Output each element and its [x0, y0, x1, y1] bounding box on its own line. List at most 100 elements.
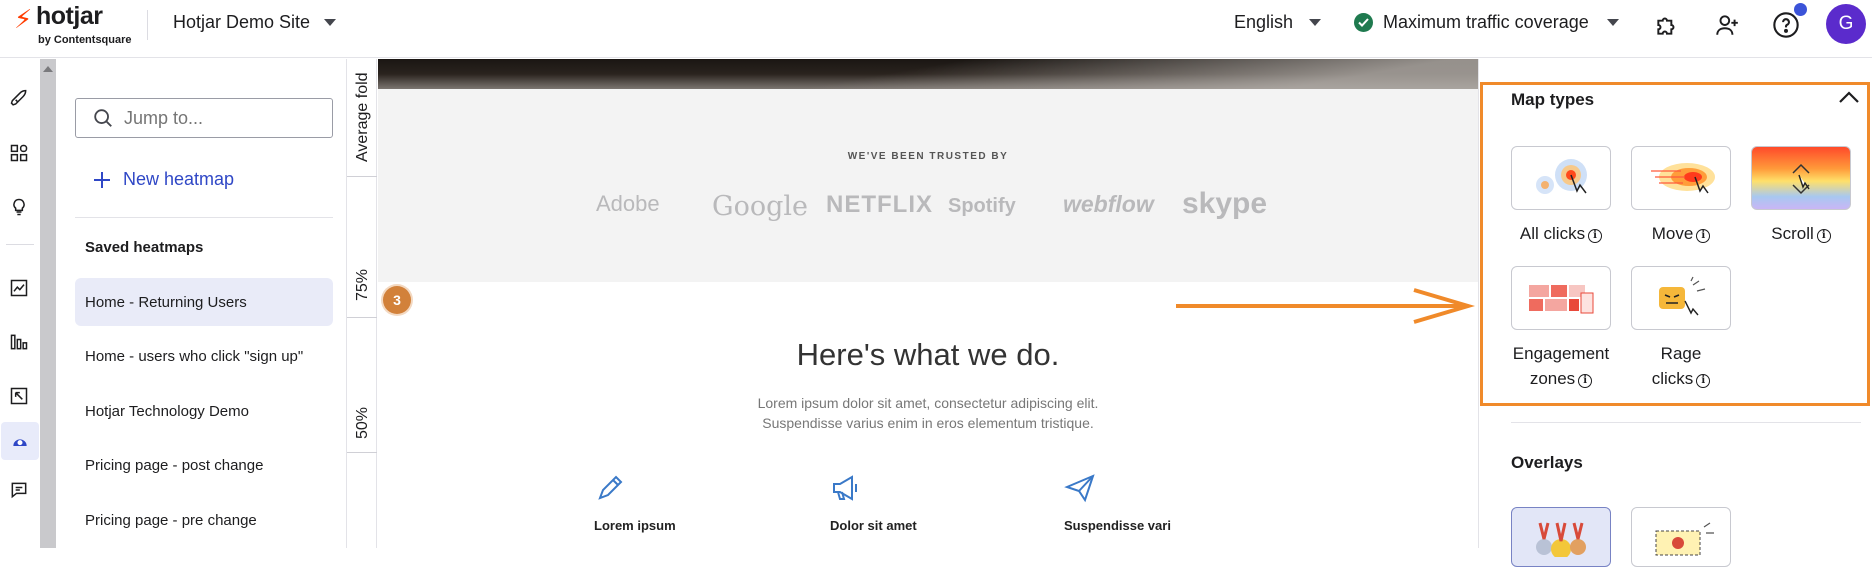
- icon-rail: [0, 59, 40, 548]
- hero-image: [378, 59, 1478, 89]
- search-input[interactable]: [124, 107, 324, 129]
- fold-ruler: Average fold 75% 50%: [347, 59, 377, 548]
- logo-word: hotjar: [36, 2, 103, 30]
- map-type-engagement-zones[interactable]: Engagement zones i: [1511, 266, 1611, 391]
- info-icon[interactable]: i: [1696, 228, 1711, 243]
- hotjar-logo[interactable]: ⚡ hotjar by Contentsquare: [14, 2, 144, 50]
- trends-icon[interactable]: [0, 269, 38, 307]
- logo-mark-icon: ⚡: [14, 4, 33, 34]
- average-fold-label: Average fold: [354, 72, 371, 162]
- add-user-icon[interactable]: [1712, 10, 1742, 40]
- trusted-title: WE'VE BEEN TRUSTED BY: [847, 151, 1009, 162]
- info-icon[interactable]: i: [1578, 373, 1593, 388]
- check-icon: [1354, 13, 1373, 32]
- map-type-label: Move i: [1652, 221, 1711, 246]
- map-types-title: Map types: [1511, 90, 1595, 109]
- top-elements-icon[interactable]: [1511, 507, 1611, 567]
- plus-icon: [94, 171, 110, 188]
- bug-overlay-icon[interactable]: [1631, 507, 1731, 567]
- recordings-icon[interactable]: [0, 377, 38, 415]
- brand-logo: Google: [712, 191, 808, 222]
- search-box[interactable]: [75, 98, 333, 138]
- feature-label: Lorem ipsum: [594, 518, 676, 533]
- chevron-up-icon[interactable]: [1837, 89, 1861, 109]
- percent-75-label: 75%: [354, 268, 371, 301]
- engagement-zones-icon: [1511, 266, 1611, 330]
- map-type-all-clicks[interactable]: All clicks i: [1511, 146, 1611, 246]
- avatar[interactable]: G: [1826, 4, 1866, 44]
- notification-dot: [1794, 3, 1807, 16]
- map-type-scroll[interactable]: Scroll i: [1751, 146, 1851, 246]
- saved-heatmap-item[interactable]: Pricing page - post change: [75, 441, 333, 489]
- feature-label: Suspendisse vari: [1064, 518, 1171, 533]
- rage-clicks-icon: [1631, 266, 1731, 330]
- map-type-label-text: All clicks: [1519, 224, 1586, 243]
- puzzle-icon[interactable]: [1652, 10, 1682, 40]
- brand-logo: skype: [1182, 187, 1268, 220]
- map-type-label-text: Move: [1651, 224, 1694, 243]
- new-heatmap-button[interactable]: New heatmap: [93, 169, 234, 190]
- section-title: Here's what we do.: [796, 337, 1060, 372]
- map-type-rage-clicks[interactable]: Rage clicks i: [1631, 266, 1731, 391]
- top-bar: ⚡ hotjar by Contentsquare Hotjar Demo Si…: [0, 0, 1872, 58]
- divider: [75, 217, 333, 218]
- map-type-label-text: clicks: [1651, 369, 1694, 388]
- logo-subtitle: by Contentsquare: [38, 34, 132, 46]
- fold-tick: [347, 317, 377, 318]
- info-icon[interactable]: i: [1588, 228, 1603, 243]
- map-type-label-text: zones: [1529, 369, 1576, 388]
- map-type-label: All clicks i: [1519, 221, 1603, 246]
- saved-heatmap-label: Home - Returning Users: [85, 293, 247, 311]
- scroll-up-arrow-icon[interactable]: [43, 66, 53, 72]
- feature-item: Suspendisse vari: [1064, 472, 1171, 533]
- feature-item: Lorem ipsum: [594, 472, 676, 533]
- clicks-map-icon: [1511, 146, 1611, 210]
- map-settings-panel: Map types All clicks i Move i Scroll i Enga…: [1478, 59, 1872, 567]
- chevron-down-icon: [1309, 19, 1322, 26]
- brand-logo: Spotify: [948, 195, 1016, 217]
- scroll-position-badge: 3: [383, 286, 411, 314]
- saved-heatmap-item[interactable]: Pricing page - pre change: [75, 496, 333, 544]
- traffic-coverage-selector[interactable]: Maximum traffic coverage: [1354, 12, 1619, 33]
- lightbulb-icon[interactable]: [0, 188, 38, 226]
- section-text: Lorem ipsum dolor sit amet, consectetur …: [378, 393, 1478, 433]
- funnels-icon[interactable]: [0, 323, 38, 361]
- saved-heatmap-label: Home - users who click "sign up": [85, 347, 304, 365]
- chevron-down-icon: [1606, 19, 1619, 26]
- map-type-label: Scroll i: [1771, 221, 1831, 246]
- fold-tick: [347, 176, 377, 177]
- saved-heatmap-item[interactable]: Hotjar Technology Demo: [75, 387, 333, 435]
- language-label: English: [1234, 12, 1294, 32]
- paper-plane-icon: [1064, 474, 1095, 503]
- heatmap-page-preview[interactable]: WE'VE BEEN TRUSTED BY Adobe Google NETFL…: [378, 59, 1478, 548]
- map-type-label-text: Rage: [1660, 344, 1702, 363]
- brand-logo: Adobe: [596, 191, 660, 216]
- fold-tick: [347, 452, 377, 453]
- pencil-icon: [598, 475, 623, 500]
- dashboard-icon[interactable]: [0, 134, 38, 172]
- brand-logo: webflow: [1063, 191, 1154, 217]
- section-text-line: Suspendisse varius enim in eros elementu…: [762, 415, 1094, 431]
- language-selector[interactable]: English: [1234, 12, 1322, 33]
- traffic-label: Maximum traffic coverage: [1383, 12, 1589, 32]
- map-type-label-text: Scroll: [1771, 224, 1814, 243]
- site-selector[interactable]: Hotjar Demo Site: [173, 12, 337, 33]
- rocket-icon[interactable]: [0, 80, 38, 118]
- heatmaps-icon[interactable]: [1, 422, 39, 460]
- feature-item: Dolor sit amet: [830, 472, 917, 533]
- saved-heatmap-item[interactable]: Home - Returning Users: [75, 278, 333, 326]
- feedback-icon[interactable]: [0, 471, 38, 509]
- info-icon[interactable]: i: [1696, 373, 1711, 388]
- chevron-down-icon: [324, 19, 337, 26]
- saved-heatmap-item[interactable]: Home - users who click "sign up": [75, 332, 333, 380]
- trusted-by-section: WE'VE BEEN TRUSTED BY Adobe Google NETFL…: [378, 89, 1478, 282]
- scrollbar[interactable]: [40, 59, 56, 548]
- overlays-title: Overlays: [1511, 453, 1583, 472]
- feature-label: Dolor sit amet: [830, 518, 917, 533]
- move-map-icon: [1631, 146, 1731, 210]
- info-icon[interactable]: i: [1816, 228, 1831, 243]
- percent-50-label: 50%: [354, 406, 371, 439]
- map-type-move[interactable]: Move i: [1631, 146, 1731, 246]
- heatmaps-panel: New heatmap Saved heatmaps Home - Return…: [57, 59, 347, 548]
- map-type-label-text: Engagement: [1512, 344, 1610, 363]
